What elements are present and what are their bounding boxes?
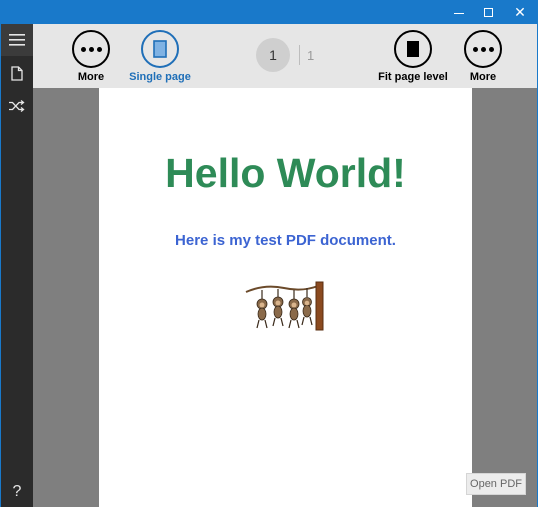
more-left-label: More bbox=[77, 71, 105, 83]
shuffle-button[interactable] bbox=[1, 90, 33, 122]
toolbar: More Single page 1 1 Fit page level More bbox=[33, 24, 537, 88]
help-icon: ? bbox=[12, 483, 22, 500]
hamburger-menu-button[interactable] bbox=[1, 24, 33, 56]
pdf-heading: Hello World! bbox=[165, 150, 406, 196]
fit-page-level-button[interactable]: Fit page level bbox=[378, 30, 448, 83]
more-right-label: More bbox=[469, 71, 497, 83]
close-icon: ✕ bbox=[514, 4, 526, 21]
pdf-subtitle: Here is my test PDF document. bbox=[175, 232, 396, 249]
hamburger-icon bbox=[9, 34, 25, 46]
document-button[interactable] bbox=[1, 57, 33, 89]
minimize-icon bbox=[454, 12, 464, 14]
single-page-icon bbox=[141, 30, 179, 68]
shuffle-icon bbox=[9, 100, 25, 112]
hanging-monkeys-image bbox=[245, 281, 324, 331]
single-page-button[interactable]: Single page bbox=[129, 30, 191, 83]
maximize-button[interactable] bbox=[471, 1, 505, 24]
open-pdf-button[interactable]: Open PDF bbox=[466, 473, 526, 495]
total-pages: 1 bbox=[307, 48, 315, 63]
more-icon bbox=[72, 30, 110, 68]
pager-divider bbox=[299, 45, 300, 65]
sidebar: ? bbox=[1, 24, 33, 507]
document-icon bbox=[11, 65, 23, 81]
more-left-button[interactable]: More bbox=[69, 30, 113, 83]
fit-page-icon bbox=[394, 30, 432, 68]
app-window: ✕ ? More Single page 1 1 Fit page level … bbox=[0, 0, 538, 507]
single-page-label: Single page bbox=[129, 71, 191, 83]
more-right-button[interactable]: More bbox=[461, 30, 505, 83]
pdf-page[interactable]: Hello World! Here is my test PDF documen… bbox=[99, 88, 472, 507]
title-bar: ✕ bbox=[1, 1, 537, 24]
current-page-indicator[interactable]: 1 bbox=[256, 38, 290, 72]
maximize-icon bbox=[483, 8, 493, 17]
fit-page-level-label: Fit page level bbox=[378, 71, 448, 83]
close-button[interactable]: ✕ bbox=[503, 1, 537, 24]
help-button[interactable]: ? bbox=[1, 476, 33, 507]
more-icon bbox=[464, 30, 502, 68]
pdf-viewer[interactable]: Hello World! Here is my test PDF documen… bbox=[33, 88, 537, 507]
